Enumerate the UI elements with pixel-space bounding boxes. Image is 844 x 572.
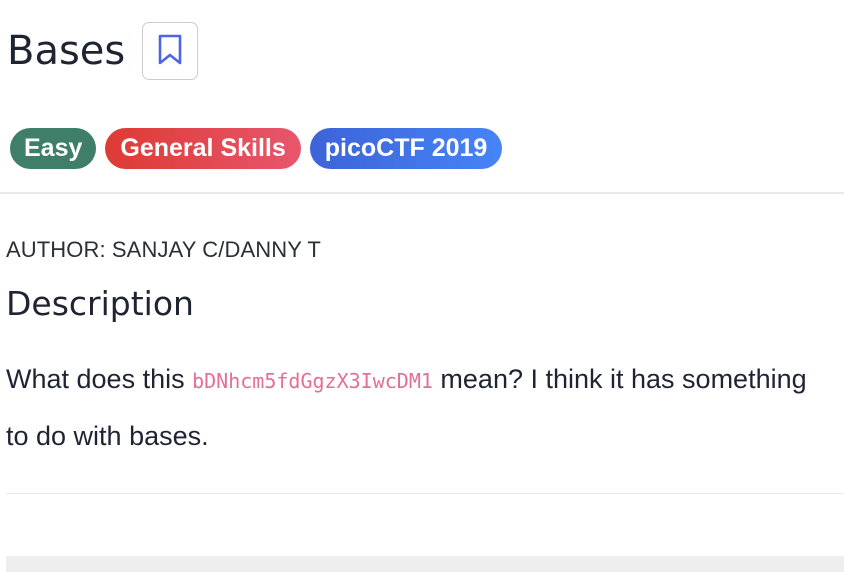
content-divider <box>6 493 844 494</box>
description-heading: Description <box>6 284 194 323</box>
category-tag[interactable]: General Skills <box>105 128 301 169</box>
description-text-before: What does this <box>6 364 193 394</box>
event-tag[interactable]: picoCTF 2019 <box>309 128 503 169</box>
author-label: AUTHOR: SANJAY C/DANNY T <box>6 237 321 262</box>
title-row: Bases <box>7 22 199 80</box>
encoded-string: bDNhcm5fdGgzX3IwcDM1 <box>192 369 433 393</box>
bottom-panel <box>6 556 844 572</box>
section-divider <box>0 192 844 194</box>
description-text: What does this bDNhcm5fdGgzX3IwcDM1 mean… <box>6 352 836 464</box>
bookmark-button[interactable] <box>142 22 199 80</box>
tag-list: Easy General Skills picoCTF 2019 <box>10 128 503 169</box>
difficulty-tag[interactable]: Easy <box>10 128 97 169</box>
challenge-title: Bases <box>7 28 126 74</box>
bookmark-icon <box>157 34 183 69</box>
